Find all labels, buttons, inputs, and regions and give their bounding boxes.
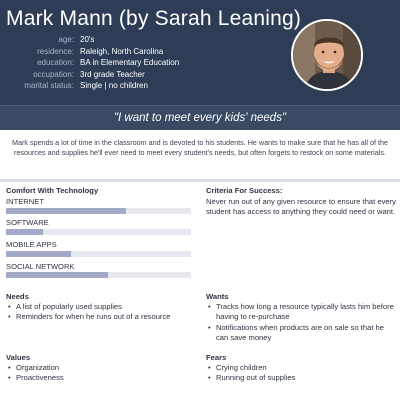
fact-residence: residence: Raleigh, North Carolina — [0, 46, 300, 58]
tech-label-social-network: SOCIAL NETWORK — [6, 262, 75, 271]
tech-label-mobile-apps: MOBILE APPS — [6, 240, 57, 249]
tech-bar-fill — [6, 272, 108, 278]
fact-occupation: occupation: 3rd grade Teacher — [0, 69, 300, 81]
fact-label: education: — [37, 58, 74, 68]
persona-facts: age: 20's residence: Raleigh, North Caroli… — [0, 34, 300, 92]
criteria-heading: Criteria For Success: — [206, 186, 283, 195]
tech-bar-fill — [6, 229, 43, 235]
tech-label-software: SOFTWARE — [6, 218, 49, 227]
list-item: Crying children — [206, 363, 396, 374]
fact-label: marital status: — [24, 81, 74, 91]
fact-value: Single | no children — [80, 81, 148, 91]
fact-value: Raleigh, North Carolina — [80, 46, 164, 56]
tech-label-internet: INTERNET — [6, 197, 44, 206]
list-item: Running out of supplies — [206, 373, 396, 384]
tech-bar-mobile-apps — [6, 251, 191, 257]
wants-list: Tracks how long a resource typically las… — [206, 302, 396, 344]
section-divider — [0, 179, 400, 182]
persona-bio: Mark spends a lot of time in the classro… — [12, 138, 388, 158]
fact-marital-status: marital status: Single | no children — [0, 80, 300, 92]
list-item: Tracks how long a resource typically las… — [206, 302, 396, 323]
persona-name: Mark Mann (by Sarah Leaning) — [6, 7, 302, 30]
avatar-portrait-icon — [293, 21, 361, 89]
list-item: A list of popularly used supplies — [6, 302, 201, 313]
tech-bar-fill — [6, 251, 71, 257]
tech-bar-software — [6, 229, 191, 235]
needs-list: A list of popularly used supplies Remind… — [6, 302, 201, 323]
persona-header: Mark Mann (by Sarah Leaning) age: 20's re… — [0, 0, 400, 105]
values-heading: Values — [6, 353, 31, 362]
fact-value: 3rd grade Teacher — [80, 69, 145, 79]
needs-heading: Needs — [6, 292, 29, 301]
fact-label: age: — [58, 35, 74, 44]
fact-value: 20's — [80, 35, 95, 44]
tech-bar-social-network — [6, 272, 191, 278]
wants-heading: Wants — [206, 292, 229, 301]
tech-bar-fill — [6, 208, 127, 214]
list-item: Organization — [6, 363, 201, 374]
persona-quote: "I want to meet every kids' needs" — [113, 112, 287, 124]
fact-education: education: BA in Elementary Education — [0, 57, 300, 69]
fact-label: residence: — [37, 46, 74, 56]
avatar — [291, 19, 363, 91]
quote-bar: "I want to meet every kids' needs" — [0, 105, 400, 130]
fears-list: Crying children Running out of supplies — [206, 363, 396, 384]
tech-heading: Comfort With Technology — [6, 186, 99, 195]
fact-label: occupation: — [33, 69, 74, 79]
values-list: Organization Proactiveness — [6, 363, 201, 384]
list-item: Notifications when products are on sale … — [206, 323, 396, 344]
fact-value: BA in Elementary Education — [80, 58, 180, 68]
tech-bar-internet — [6, 208, 191, 214]
fact-age: age: 20's — [0, 34, 300, 46]
fears-heading: Fears — [206, 353, 227, 362]
list-item: Proactiveness — [6, 373, 201, 384]
list-item: Reminders for when he runs out of a reso… — [6, 312, 201, 323]
criteria-text: Never run out of any given resource to e… — [206, 197, 396, 217]
